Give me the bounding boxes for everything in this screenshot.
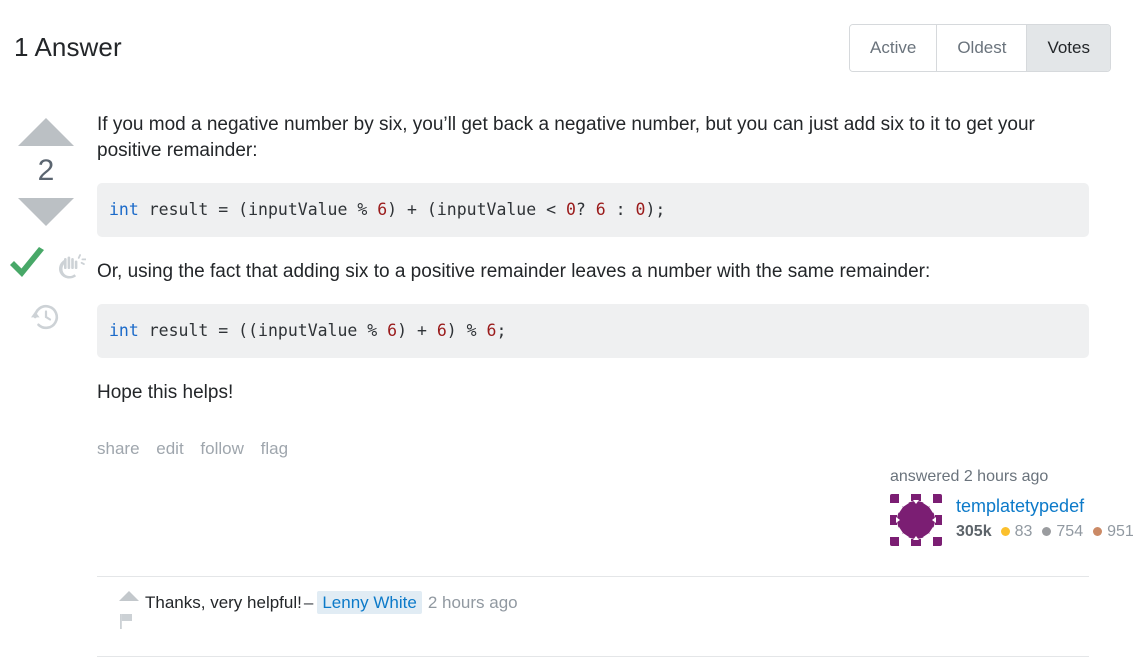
user-meta: templatetypedef 305k 83 754 951 [956, 494, 1137, 541]
post-actions: share edit follow flag [97, 439, 1089, 459]
vote-count: 2 [37, 154, 55, 187]
user-row: templatetypedef 305k 83 754 951 [890, 494, 1137, 546]
tab-active[interactable]: Active [850, 25, 938, 71]
follow-link[interactable]: follow [200, 439, 243, 458]
code-token: 6 [387, 321, 398, 341]
comment-row: Thanks, very helpful! – Lenny White 2 hours… [97, 577, 1089, 634]
tab-votes[interactable]: Votes [1027, 25, 1110, 71]
snap-fingers-icon[interactable] [52, 252, 87, 286]
user-name-link[interactable]: templatetypedef [956, 495, 1137, 518]
code-block-1[interactable]: int result = (inputValue % 6) + (inputVa… [97, 183, 1089, 237]
vote-cell: 2 [0, 96, 92, 338]
flag-link[interactable]: flag [261, 439, 288, 458]
code-token: ? [575, 200, 596, 220]
answered-timestamp: answered 2 hours ago [890, 468, 1049, 485]
answer-paragraph-3: Hope this helps! [97, 381, 234, 403]
edit-link[interactable]: edit [156, 439, 183, 458]
code-token: result = (inputValue % [138, 200, 378, 220]
code-token: int [109, 321, 139, 341]
answer-body: If you mod a negative number by six, you… [97, 96, 1134, 546]
silver-badge: 754 [1042, 523, 1083, 541]
code-token: : [605, 200, 636, 220]
triangle-up-icon[interactable] [119, 591, 139, 601]
flag-icon[interactable] [119, 613, 135, 629]
comment-gutter [97, 591, 145, 634]
code-token: 6 [436, 321, 447, 341]
gold-badge-icon [1000, 527, 1010, 536]
triangle-up-icon[interactable] [18, 118, 74, 146]
gold-badge-count: 83 [1014, 522, 1033, 540]
code-token: ) + [397, 321, 437, 341]
clock-history-icon[interactable] [30, 301, 62, 333]
comment-timestamp: 2 hours ago [427, 593, 518, 612]
identicon-avatar[interactable] [890, 494, 942, 546]
comment-text: Thanks, very helpful! [145, 593, 302, 612]
bronze-badge-count: 951 [1107, 522, 1134, 540]
comments-section: Thanks, very helpful! – Lenny White 2 hours… [97, 576, 1089, 657]
checkmark-icon [9, 247, 44, 277]
code-token: 0 [565, 200, 576, 220]
code-token: ; [496, 321, 507, 341]
share-link[interactable]: share [97, 439, 140, 458]
answers-header: 1 Answer Active Oldest Votes [0, 0, 1137, 96]
code-token: 6 [377, 200, 388, 220]
silver-badge-count: 754 [1056, 522, 1084, 540]
code-token: result = ((inputValue % [138, 321, 388, 341]
code-token: int [109, 200, 139, 220]
bronze-badge-icon [1093, 527, 1103, 536]
comment-body: Thanks, very helpful! – Lenny White 2 hours… [145, 591, 518, 614]
answer-paragraph-2: Or, using the fact that adding six to a … [97, 260, 931, 282]
comments-bottom-divider [97, 656, 1089, 657]
page-title: 1 Answer [14, 32, 122, 62]
code-token: 0 [635, 200, 646, 220]
answer-sort-tabs: Active Oldest Votes [849, 24, 1111, 72]
reputation: 305k [956, 522, 992, 540]
code-block-2[interactable]: int result = ((inputValue % 6) + 6) % 6; [97, 304, 1089, 358]
triangle-down-icon[interactable] [18, 198, 74, 226]
code-token: 6 [486, 321, 497, 341]
gold-badge: 83 [1000, 522, 1033, 541]
user-stats: 305k 83 754 951 [956, 523, 1137, 541]
code-token: 6 [595, 200, 606, 220]
comment-author-link[interactable]: Lenny White [317, 591, 422, 614]
answer-user-card: answered 2 hours ago templatetypedef 305… [890, 468, 1137, 546]
tab-oldest[interactable]: Oldest [937, 25, 1028, 71]
silver-badge-icon [1042, 527, 1052, 536]
code-token: ) % [446, 321, 487, 341]
comment-dash: – [303, 593, 314, 612]
answer-paragraph-1: If you mod a negative number by six, you… [97, 114, 1035, 161]
code-token: ) + (inputValue < [387, 200, 566, 220]
code-token: ); [645, 200, 666, 220]
bronze-badge: 951 [1093, 523, 1134, 541]
